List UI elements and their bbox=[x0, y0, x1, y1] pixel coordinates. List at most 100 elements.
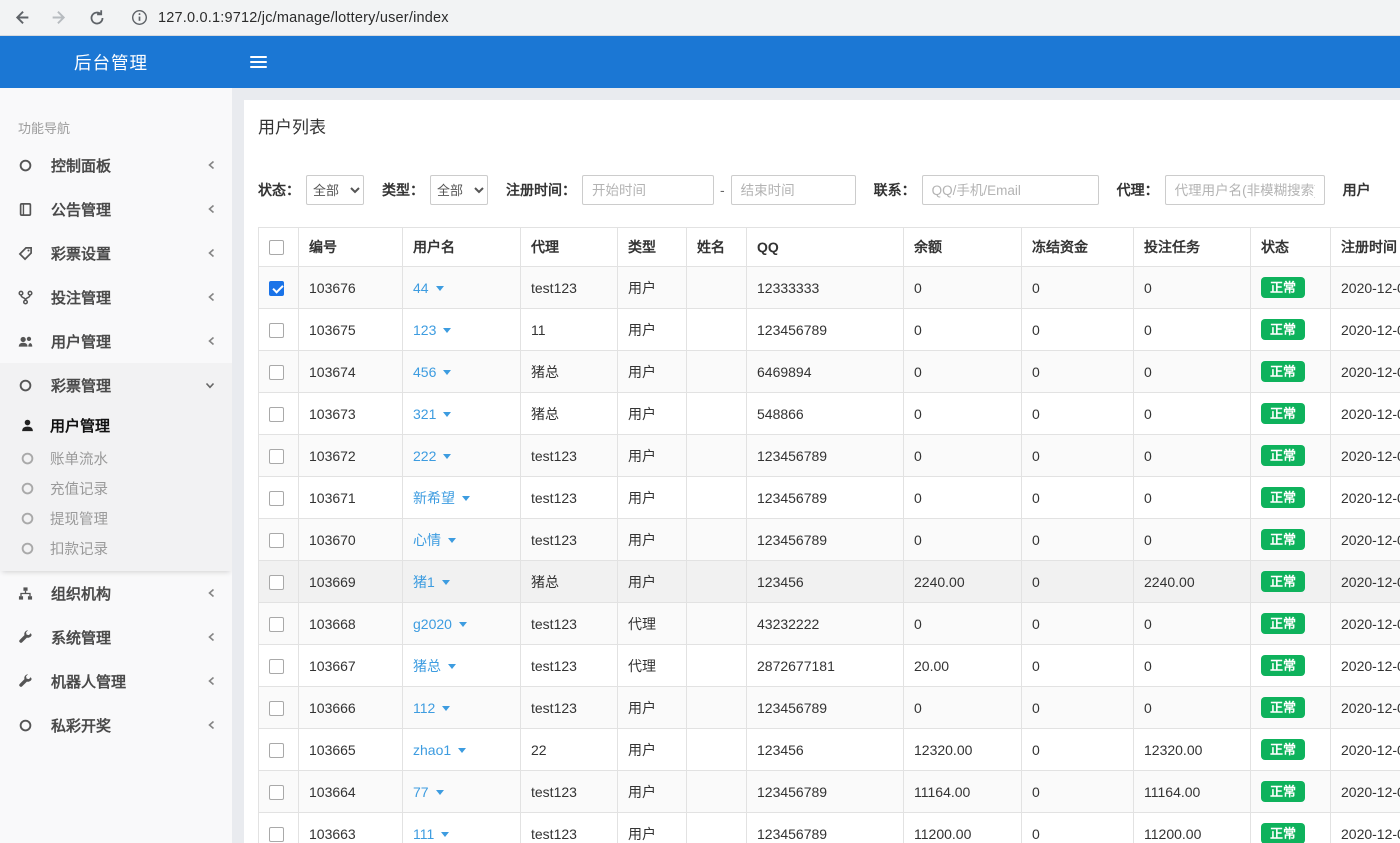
sidebar-item-user-management[interactable]: 用户管理 bbox=[0, 319, 232, 363]
frozen-cell: 0 bbox=[1022, 519, 1134, 561]
agent-cell: 猪总 bbox=[521, 561, 618, 603]
regtime-cell: 2020-12-0 bbox=[1331, 561, 1400, 603]
username-link[interactable]: 111 bbox=[413, 826, 449, 842]
chevron-down-icon bbox=[204, 381, 216, 390]
agent-cell: test123 bbox=[521, 519, 618, 561]
address-bar-url[interactable]: 127.0.0.1:9712/jc/manage/lottery/user/in… bbox=[158, 10, 449, 26]
status-badge: 正常 bbox=[1261, 823, 1305, 843]
caret-down-icon bbox=[443, 454, 451, 459]
username-link[interactable]: 112 bbox=[413, 700, 450, 716]
row-checkbox[interactable] bbox=[269, 533, 284, 548]
sidebar-item-label: 彩票管理 bbox=[51, 375, 204, 396]
row-checkbox-cell bbox=[259, 267, 299, 309]
sidebar-item-sub-bill-flow[interactable]: 账单流水 bbox=[0, 443, 232, 473]
username-link[interactable]: 新希望 bbox=[413, 490, 470, 506]
row-checkbox[interactable] bbox=[269, 785, 284, 800]
row-checkbox[interactable] bbox=[269, 659, 284, 674]
sidebar-item-organization[interactable]: 组织机构 bbox=[0, 571, 232, 615]
username-link[interactable]: 456 bbox=[413, 364, 451, 380]
select-all-checkbox[interactable] bbox=[269, 240, 284, 255]
circle-icon bbox=[18, 718, 38, 733]
row-checkbox[interactable] bbox=[269, 449, 284, 464]
users-icon bbox=[18, 334, 38, 349]
table-row: 103669猪1猪总用户1234562240.0002240.00正常2020-… bbox=[259, 561, 1400, 603]
end-time-input[interactable] bbox=[731, 175, 856, 205]
row-checkbox[interactable] bbox=[269, 365, 284, 380]
row-checkbox[interactable] bbox=[269, 407, 284, 422]
username-link[interactable]: 44 bbox=[413, 280, 444, 296]
table-row: 103663111test123用户12345678911200.0001120… bbox=[259, 813, 1400, 843]
regtime-cell: 2020-12-0 bbox=[1331, 393, 1400, 435]
back-icon[interactable] bbox=[12, 8, 31, 27]
agent-cell: 猪总 bbox=[521, 393, 618, 435]
row-checkbox[interactable] bbox=[269, 323, 284, 338]
row-checkbox[interactable] bbox=[269, 575, 284, 590]
username-link[interactable]: zhao1 bbox=[413, 742, 466, 758]
status-filter-select[interactable]: 全部 bbox=[306, 175, 364, 205]
username-link[interactable]: 心情 bbox=[413, 532, 456, 548]
column-header: 代理 bbox=[521, 228, 618, 267]
balance-cell: 0 bbox=[904, 519, 1022, 561]
sidebar-item-sub-user-management[interactable]: 用户管理 bbox=[0, 407, 232, 443]
username-link[interactable]: 猪总 bbox=[413, 658, 456, 674]
username-link[interactable]: 猪1 bbox=[413, 574, 450, 590]
circle-icon bbox=[18, 158, 38, 173]
row-checkbox[interactable] bbox=[269, 827, 284, 842]
sidebar-item-notice-management[interactable]: 公告管理 bbox=[0, 187, 232, 231]
contact-input[interactable] bbox=[922, 175, 1099, 205]
row-checkbox[interactable] bbox=[269, 743, 284, 758]
info-icon[interactable] bbox=[131, 9, 148, 26]
sidebar-item-private-lottery-draw[interactable]: 私彩开奖 bbox=[0, 703, 232, 747]
frozen-cell: 0 bbox=[1022, 813, 1134, 843]
username-cell: 321 bbox=[403, 393, 521, 435]
sidebar-item-system-management[interactable]: 系统管理 bbox=[0, 615, 232, 659]
agent-cell: test123 bbox=[521, 435, 618, 477]
hamburger-icon[interactable] bbox=[250, 53, 267, 71]
sidebar-item-sub-withdraw-management[interactable]: 提现管理 bbox=[0, 503, 232, 533]
refresh-icon[interactable] bbox=[88, 9, 106, 27]
task-cell: 12320.00 bbox=[1134, 729, 1251, 771]
username-cell: g2020 bbox=[403, 603, 521, 645]
table-row: 103666112test123用户123456789000正常2020-12-… bbox=[259, 687, 1400, 729]
sidebar-item-lottery-management[interactable]: 彩票管理 bbox=[0, 363, 232, 407]
name-cell bbox=[687, 771, 747, 813]
caret-down-icon bbox=[462, 496, 470, 501]
sidebar-item-robot-management[interactable]: 机器人管理 bbox=[0, 659, 232, 703]
row-checkbox[interactable] bbox=[269, 617, 284, 632]
sidebar-item-sub-recharge-records[interactable]: 充值记录 bbox=[0, 473, 232, 503]
username-link[interactable]: 321 bbox=[413, 406, 451, 422]
sidebar-item-label: 彩票设置 bbox=[51, 243, 207, 264]
chevron-left-icon bbox=[207, 675, 216, 687]
type-cell: 用户 bbox=[618, 435, 687, 477]
username-link[interactable]: 222 bbox=[413, 448, 451, 464]
sidebar-item-label: 账单流水 bbox=[50, 448, 108, 469]
wrench-icon bbox=[18, 674, 38, 689]
row-checkbox-cell bbox=[259, 519, 299, 561]
forward-icon[interactable] bbox=[50, 8, 69, 27]
task-cell: 11200.00 bbox=[1134, 813, 1251, 843]
regtime-filter-label: 注册时间： bbox=[506, 180, 576, 200]
username-link[interactable]: 123 bbox=[413, 322, 451, 338]
username-link[interactable]: g2020 bbox=[413, 616, 467, 632]
agent-input[interactable] bbox=[1165, 175, 1325, 205]
qq-cell: 123456789 bbox=[747, 771, 904, 813]
user-id-cell: 103663 bbox=[299, 813, 403, 843]
status-cell: 正常 bbox=[1251, 267, 1331, 309]
sidebar-item-sub-deduction-records[interactable]: 扣款记录 bbox=[0, 533, 232, 563]
type-filter-select[interactable]: 全部 bbox=[430, 175, 488, 205]
username-link[interactable]: 77 bbox=[413, 784, 444, 800]
row-checkbox[interactable] bbox=[269, 281, 284, 296]
user-id-cell: 103671 bbox=[299, 477, 403, 519]
sidebar-section-label: 功能导航 bbox=[18, 118, 232, 137]
sidebar-item-control-panel[interactable]: 控制面板 bbox=[0, 143, 232, 187]
balance-cell: 11164.00 bbox=[904, 771, 1022, 813]
row-checkbox[interactable] bbox=[269, 491, 284, 506]
sidebar-item-bet-management[interactable]: 投注管理 bbox=[0, 275, 232, 319]
sidebar-item-lottery-settings[interactable]: 彩票设置 bbox=[0, 231, 232, 275]
table-row: 103670心情test123用户123456789000正常2020-12-0 bbox=[259, 519, 1400, 561]
regtime-cell: 2020-12-0 bbox=[1331, 477, 1400, 519]
column-header: 状态 bbox=[1251, 228, 1331, 267]
start-time-input[interactable] bbox=[582, 175, 714, 205]
column-header: 冻结资金 bbox=[1022, 228, 1134, 267]
row-checkbox[interactable] bbox=[269, 701, 284, 716]
